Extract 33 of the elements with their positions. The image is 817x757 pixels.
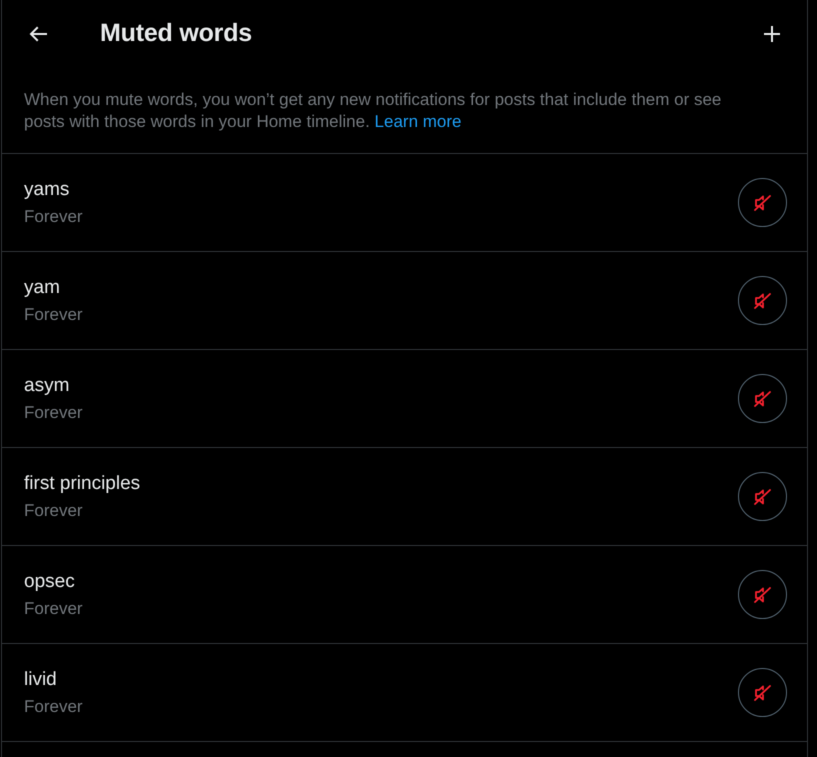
muted-word: yam [24,276,61,298]
page-title: Muted words [100,19,253,48]
muted-word: yams [24,178,70,200]
muted-speaker-icon [752,192,772,212]
mute-duration: Forever [24,500,84,520]
muted-word-row[interactable]: opsec Forever [2,546,807,644]
muted-speaker-icon [752,388,772,408]
muted-speaker-icon [752,486,772,506]
learn-more-link[interactable]: Learn more [374,112,462,131]
mute-duration: Forever [24,304,83,324]
unmute-button[interactable] [738,276,787,325]
muted-word-row[interactable]: yam Forever [2,252,807,350]
unmute-button[interactable] [738,570,787,619]
description-text: When you mute words, you won’t get any new notifications for posts that include them or see posts with those words in your Home timeline. Learn more [24,89,722,133]
unmute-button[interactable] [738,178,787,227]
muted-word-row[interactable]: first principles Forever [2,448,807,546]
muted-word: opsec [24,570,76,592]
unmute-button[interactable] [738,374,787,423]
muted-word-row[interactable]: livid Forever [2,644,807,742]
unmute-button[interactable] [738,472,787,521]
muted-word: asym [24,374,70,396]
unmute-button[interactable] [738,668,787,717]
mute-duration: Forever [24,206,83,226]
mute-duration: Forever [24,402,83,422]
muted-word: first principles [24,472,140,494]
muted-word-row[interactable]: asym Forever [2,350,807,448]
muted-word-row[interactable]: yams Forever [2,154,807,252]
muted-speaker-icon [752,290,772,310]
mute-duration: Forever [24,696,83,716]
muted-word: livid [24,668,58,690]
muted-speaker-icon [752,584,772,604]
muted-speaker-icon [752,682,772,702]
mute-duration: Forever [24,598,83,618]
